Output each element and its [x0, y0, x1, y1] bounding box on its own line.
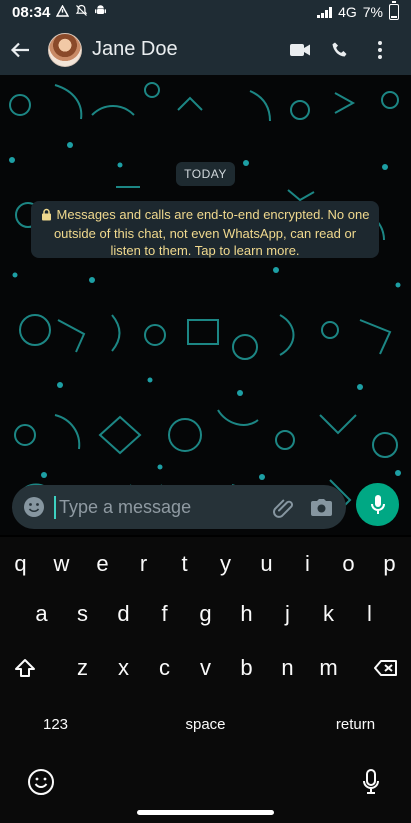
chat-wallpaper [9, 82, 401, 521]
more-vert-icon[interactable] [367, 37, 393, 63]
return-key[interactable]: return [300, 697, 411, 751]
keyboard-row-2: a s d f g h j k l [0, 587, 411, 641]
encryption-text: Messages and calls are end-to-end encryp… [53, 207, 370, 258]
key-s[interactable]: s [62, 587, 103, 641]
status-right: 4G 7% [317, 1, 399, 20]
key-x[interactable]: x [103, 641, 144, 695]
key-l[interactable]: l [349, 587, 390, 641]
chat-header: Jane Doe [0, 24, 411, 75]
key-b[interactable]: b [226, 641, 267, 695]
battery-percent: 7% [362, 4, 383, 20]
keyboard: q w e r t y u i o p a s d f g h j k l z … [0, 537, 411, 823]
date-chip: TODAY [176, 162, 235, 186]
shift-icon[interactable] [0, 641, 49, 695]
key-y[interactable]: y [205, 537, 246, 591]
battery-icon [389, 1, 399, 20]
key-e[interactable]: e [82, 537, 123, 591]
key-p[interactable]: p [369, 537, 410, 591]
key-m[interactable]: m [308, 641, 349, 695]
key-n[interactable]: n [267, 641, 308, 695]
key-u[interactable]: u [246, 537, 287, 591]
header-actions [287, 37, 411, 63]
key-i[interactable]: i [287, 537, 328, 591]
emoji-icon[interactable] [22, 495, 46, 519]
key-d[interactable]: d [103, 587, 144, 641]
contact-name[interactable]: Jane Doe [92, 38, 287, 61]
key-r[interactable]: r [123, 537, 164, 591]
status-time: 08:34 [12, 3, 51, 21]
key-f[interactable]: f [144, 587, 185, 641]
encryption-notice[interactable]: Messages and calls are end-to-end encryp… [31, 201, 379, 258]
voice-call-icon[interactable] [327, 37, 353, 63]
chat-area: TODAY Messages and calls are end-to-end … [0, 75, 411, 535]
lock-icon [41, 208, 52, 225]
android-icon [94, 4, 107, 20]
key-h[interactable]: h [226, 587, 267, 641]
avatar[interactable] [48, 32, 82, 67]
keyboard-row-4: 123 space return [0, 697, 411, 751]
key-g[interactable]: g [185, 587, 226, 641]
message-input[interactable] [54, 495, 266, 519]
key-j[interactable]: j [267, 587, 308, 641]
key-t[interactable]: t [164, 537, 205, 591]
key-q[interactable]: q [0, 537, 41, 591]
home-indicator[interactable] [137, 810, 274, 815]
key-w[interactable]: w [41, 537, 82, 591]
numbers-key[interactable]: 123 [0, 697, 111, 751]
key-v[interactable]: v [185, 641, 226, 695]
key-a[interactable]: a [21, 587, 62, 641]
key-o[interactable]: o [328, 537, 369, 591]
emoji-keyboard-icon[interactable] [16, 757, 66, 807]
mic-icon[interactable] [356, 483, 399, 526]
status-bar: 08:34 4G 7% [0, 0, 411, 24]
status-left: 08:34 [12, 4, 107, 21]
keyboard-row-3: z x c v b n m [0, 641, 411, 695]
key-z[interactable]: z [62, 641, 103, 695]
space-key[interactable]: space [111, 697, 300, 751]
video-call-icon[interactable] [287, 37, 313, 63]
camera-icon[interactable] [308, 494, 334, 520]
network-type: 4G [338, 4, 357, 20]
keyboard-row-1: q w e r t y u i o p [0, 537, 411, 591]
signal-icon [317, 6, 333, 18]
back-arrow-icon[interactable] [0, 24, 40, 75]
key-k[interactable]: k [308, 587, 349, 641]
dictation-icon[interactable] [346, 757, 396, 807]
backspace-icon[interactable] [360, 641, 411, 695]
no-notifications-icon [75, 4, 88, 20]
message-box [12, 485, 346, 529]
attach-icon[interactable] [270, 494, 296, 520]
key-c[interactable]: c [144, 641, 185, 695]
message-composer [0, 478, 411, 538]
warning-icon [56, 4, 70, 20]
